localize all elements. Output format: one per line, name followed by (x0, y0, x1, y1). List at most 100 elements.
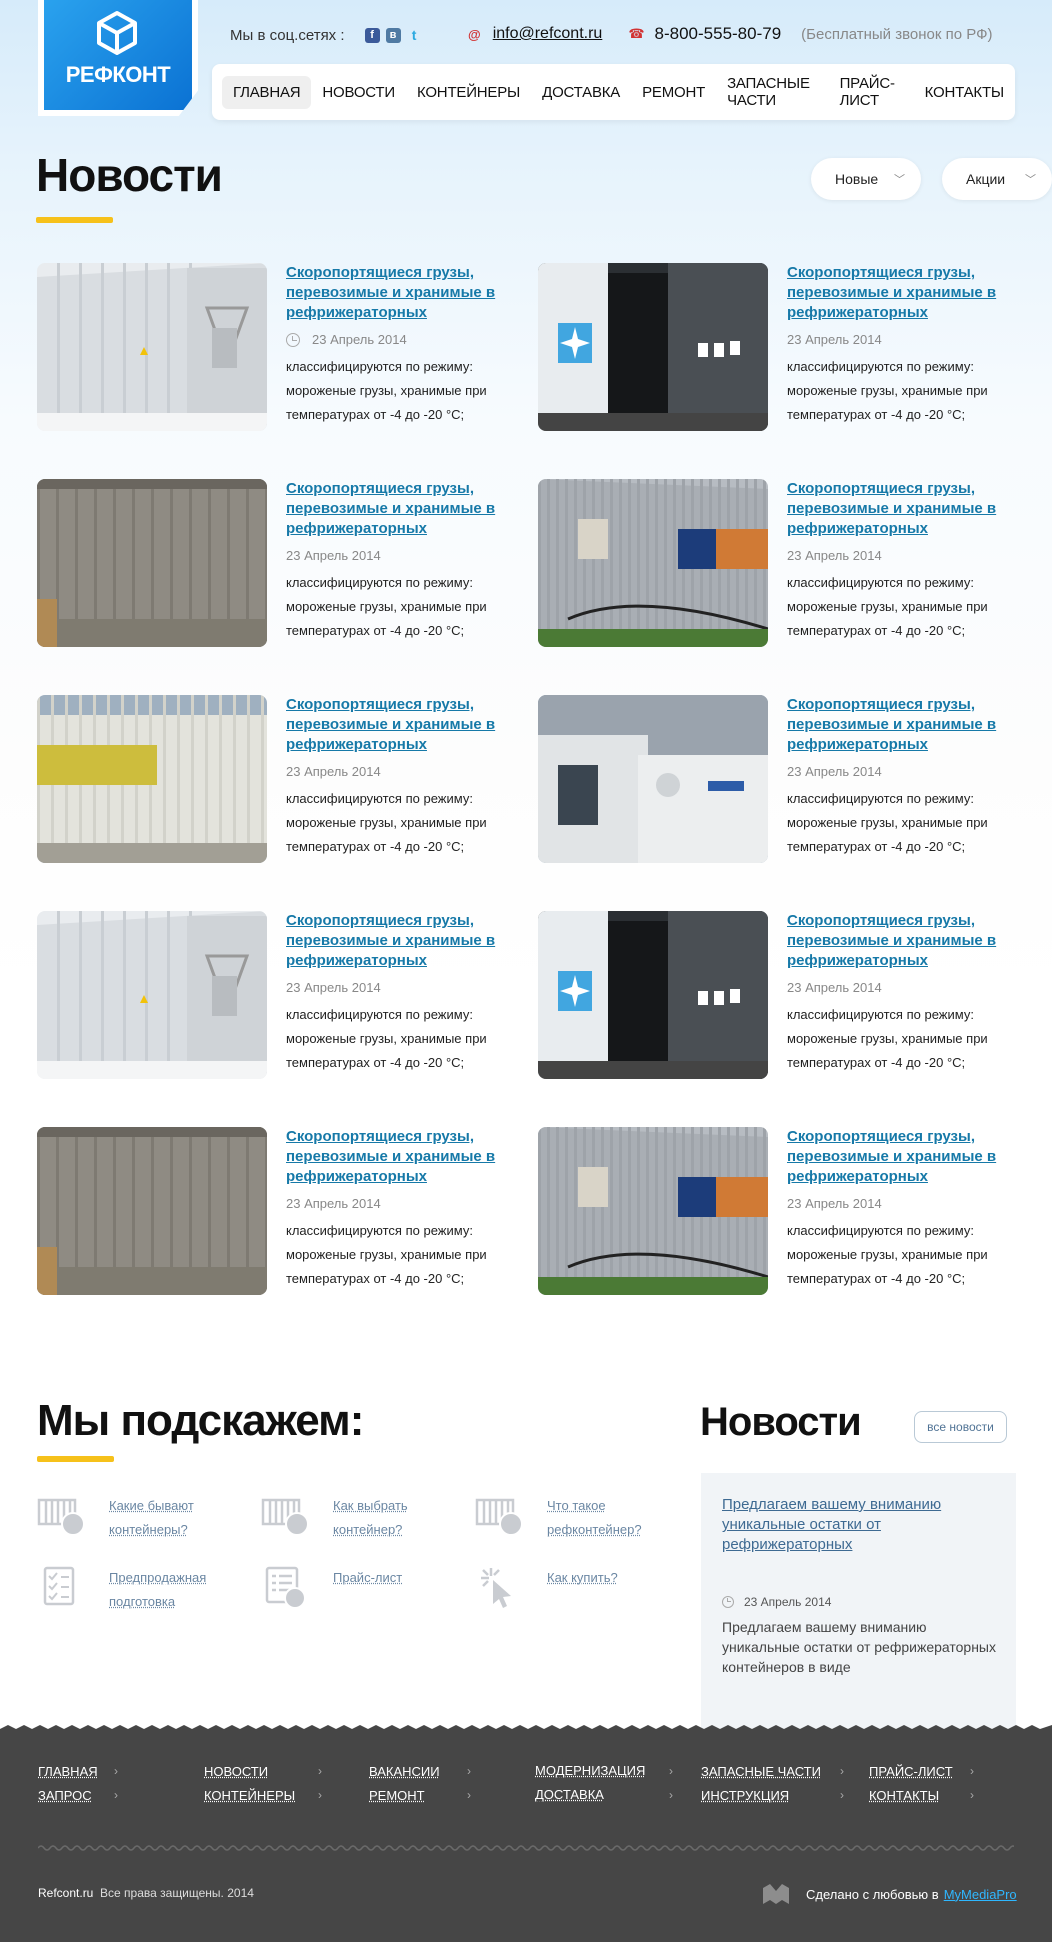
footer-zigzag-edge (0, 1725, 1052, 1735)
copyright: Refcont.ru Все права защищены. 2014 (38, 1886, 254, 1900)
hint-link[interactable]: Прайс-лист (333, 1566, 433, 1590)
news-date: 23 Апрель 2014 (286, 1196, 381, 1211)
news-title-link[interactable]: Скоропортящиеся грузы, перевозимые и хра… (286, 1127, 516, 1187)
news-excerpt: классифицируются по режиму: мороженые гр… (286, 1007, 487, 1070)
news-title-link[interactable]: Скоропортящиеся грузы, перевозимые и хра… (286, 263, 516, 323)
checklist-icon (43, 1566, 75, 1606)
nav-item-contacts[interactable]: КОНТАКТЫ (914, 76, 1015, 109)
side-news-card: Предлагаем вашему вниманию уникальные ос… (701, 1473, 1016, 1733)
filter-new-dropdown[interactable]: Новые ﹀ (811, 158, 921, 200)
footer-link-contacts[interactable]: КОНТАКТЫ (869, 1788, 939, 1803)
news-thumbnail[interactable] (538, 263, 768, 431)
footer-link-repair[interactable]: РЕМОНТ (369, 1788, 425, 1803)
nav-item-price-list[interactable]: ПРАЙС-ЛИСТ (829, 67, 914, 117)
news-thumbnail[interactable] (538, 1127, 768, 1295)
footer-link-price-list[interactable]: ПРАЙС-ЛИСТ (869, 1764, 953, 1779)
chevron-right-icon: › (669, 1764, 673, 1778)
footer-link-news[interactable]: НОВОСТИ (204, 1764, 268, 1779)
vk-icon[interactable]: в (385, 28, 401, 43)
side-news-date: 23 Апрель 2014 (722, 1595, 831, 1609)
news-thumbnail[interactable] (37, 263, 267, 431)
hint-item[interactable]: Предпродажная подготовка (37, 1566, 224, 1614)
news-title-link[interactable]: Скоропортящиеся грузы, перевозимые и хра… (787, 479, 1017, 539)
hint-item[interactable]: Какие бывают контейнеры? (37, 1494, 219, 1542)
chevron-right-icon: › (114, 1788, 118, 1802)
news-card: Скоропортящиеся грузы, перевозимые и хра… (37, 479, 527, 649)
site-logo[interactable]: РЕФКОНТ (38, 0, 198, 116)
news-title-link[interactable]: Скоропортящиеся грузы, перевозимые и хра… (787, 695, 1017, 755)
nav-item-containers[interactable]: КОНТЕЙНЕРЫ (406, 76, 531, 109)
filter-promo-label: Акции (966, 171, 1006, 187)
news-date-text: 23 Апрель 2014 (286, 1196, 381, 1211)
news-card: Скоропортящиеся грузы, перевозимые и хра… (37, 263, 527, 433)
news-card: Скоропортящиеся грузы, перевозимые и хра… (37, 911, 527, 1081)
mymediapro-logo-icon (763, 1884, 789, 1904)
news-title-link[interactable]: Скоропортящиеся грузы, перевозимые и хра… (787, 911, 1017, 971)
news-thumbnail[interactable] (538, 479, 768, 647)
filter-promo-dropdown[interactable]: Акции ﹀ (942, 158, 1052, 200)
chevron-right-icon: › (970, 1788, 974, 1802)
chevron-down-icon: ﹀ (1025, 174, 1036, 186)
container-photo (538, 263, 768, 431)
studio-link[interactable]: MyMediaPro (944, 1887, 1017, 1902)
news-date: 23 Апрель 2014 (787, 332, 882, 347)
news-card: Скоропортящиеся грузы, перевозимые и хра… (37, 1127, 527, 1297)
nav-item-spare-parts[interactable]: ЗАПАСНЫЕ ЧАСТИ (716, 67, 829, 117)
clock-icon (722, 1596, 734, 1608)
hint-item[interactable]: Что такое рефконтейнер? (475, 1494, 657, 1542)
hint-link[interactable]: Предпродажная подготовка (109, 1566, 224, 1614)
hint-link[interactable]: Как выбрать контейнер? (333, 1494, 433, 1542)
chevron-right-icon: › (318, 1764, 322, 1778)
page: РЕФКОНТ Мы в соц.сетях : f в t @ info@re… (0, 0, 1052, 1942)
news-title-link[interactable]: Скоропортящиеся грузы, перевозимые и хра… (787, 263, 1017, 323)
news-thumbnail[interactable] (37, 911, 267, 1079)
nav-item-home[interactable]: ГЛАВНАЯ (222, 75, 312, 109)
footer-link-delivery[interactable]: ДОСТАВКА (535, 1787, 604, 1802)
news-thumbnail[interactable] (538, 695, 768, 863)
footer-link-containers[interactable]: КОНТЕЙНЕРЫ (204, 1788, 295, 1803)
news-title-link[interactable]: Скоропортящиеся грузы, перевозимые и хра… (286, 695, 516, 755)
news-title-link[interactable]: Скоропортящиеся грузы, перевозимые и хра… (787, 1127, 1017, 1187)
hint-item[interactable]: Прайс-лист (261, 1566, 433, 1610)
news-excerpt: классифицируются по режиму: мороженые гр… (787, 791, 988, 854)
price-list-icon (265, 1566, 306, 1609)
news-excerpt: классифицируются по режиму: мороженые гр… (286, 575, 487, 638)
hints-title: Мы подскажем: (37, 1396, 364, 1445)
news-excerpt: классифицируются по режиму: мороженые гр… (286, 359, 487, 422)
footer-link-vacancies[interactable]: ВАКАНСИИ (369, 1764, 440, 1779)
nav-item-repair[interactable]: РЕМОНТ (631, 76, 716, 109)
footer-link-modernization[interactable]: МОДЕРНИЗАЦИЯ (535, 1763, 645, 1778)
main-nav: ГЛАВНАЯ НОВОСТИ КОНТЕЙНЕРЫ ДОСТАВКА РЕМО… (212, 64, 1015, 120)
chevron-right-icon: › (318, 1788, 322, 1802)
news-thumbnail[interactable] (37, 479, 267, 647)
chevron-right-icon: › (467, 1788, 471, 1802)
news-title-link[interactable]: Скоропортящиеся грузы, перевозимые и хра… (286, 911, 516, 971)
hint-item[interactable]: Как купить? (475, 1566, 657, 1610)
footer-link-instruction[interactable]: ИНСТРУКЦИЯ (701, 1788, 789, 1803)
side-news-text: Предлагаем вашему вниманию уникальные ос… (722, 1619, 996, 1675)
nav-item-delivery[interactable]: ДОСТАВКА (531, 76, 631, 109)
all-news-button[interactable]: все новости (914, 1411, 1007, 1443)
free-call-note: (Бесплатный звонок по РФ) (801, 25, 993, 43)
news-card: Скоропортящиеся грузы, перевозимые и хра… (538, 263, 1028, 433)
news-thumbnail[interactable] (37, 1127, 267, 1295)
footer-link-home[interactable]: ГЛАВНАЯ (38, 1764, 98, 1779)
news-title-link[interactable]: Скоропортящиеся грузы, перевозимые и хра… (286, 479, 516, 539)
news-thumbnail[interactable] (37, 695, 267, 863)
chevron-right-icon: › (114, 1764, 118, 1778)
footer-link-spare-parts[interactable]: ЗАПАСНЫЕ ЧАСТИ (701, 1764, 821, 1779)
hint-link[interactable]: Что такое рефконтейнер? (547, 1494, 657, 1542)
news-date-text: 23 Апрель 2014 (286, 980, 381, 995)
twitter-icon[interactable]: t (407, 28, 422, 43)
hint-link[interactable]: Как купить? (547, 1566, 657, 1590)
phone-number[interactable]: 8-800-555-80-79 (655, 24, 782, 44)
footer-link-request[interactable]: ЗАПРОС (38, 1788, 92, 1803)
email-link[interactable]: info@refcont.ru (493, 25, 603, 43)
facebook-icon[interactable]: f (364, 28, 380, 43)
side-news-link[interactable]: Предлагаем вашему вниманию уникальные ос… (722, 1495, 982, 1555)
hint-item[interactable]: Как выбрать контейнер? (261, 1494, 433, 1542)
nav-item-news[interactable]: НОВОСТИ (311, 76, 406, 109)
news-thumbnail[interactable] (538, 911, 768, 1079)
hint-link[interactable]: Какие бывают контейнеры? (109, 1494, 219, 1542)
email-icon: @ (468, 26, 481, 42)
